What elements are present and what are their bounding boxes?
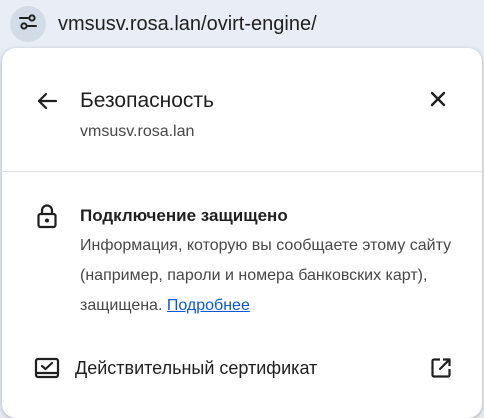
tune-icon bbox=[18, 12, 38, 37]
connection-description: Информация, которую вы сообщаете этому с… bbox=[80, 231, 460, 321]
connection-description-text: Информация, которую вы сообщаете этому с… bbox=[80, 237, 452, 314]
open-external-icon[interactable] bbox=[428, 355, 454, 381]
close-icon bbox=[429, 90, 447, 113]
lock-icon bbox=[34, 203, 60, 229]
certificate-row[interactable]: Действительный сертификат bbox=[2, 348, 482, 388]
certificate-icon bbox=[34, 355, 60, 381]
site-info-button[interactable] bbox=[10, 6, 46, 42]
certificate-label: Действительный сертификат bbox=[75, 358, 318, 378]
divider bbox=[2, 171, 482, 172]
learn-more-link[interactable]: Подробнее bbox=[167, 297, 250, 314]
connection-status-heading: Подключение защищено bbox=[80, 206, 288, 225]
popup-title: Безопасность bbox=[80, 89, 214, 112]
popup-subtitle: vmsusv.rosa.lan bbox=[80, 123, 195, 140]
address-bar: vmsusv.rosa.lan/ovirt-engine/ bbox=[0, 0, 484, 48]
arrow-left-icon bbox=[36, 90, 58, 117]
url-text[interactable]: vmsusv.rosa.lan/ovirt-engine/ bbox=[58, 10, 317, 38]
security-popup: Безопасность vmsusv.rosa.lan Подключение… bbox=[2, 48, 482, 418]
back-button[interactable] bbox=[32, 88, 62, 118]
close-button[interactable] bbox=[423, 86, 453, 116]
